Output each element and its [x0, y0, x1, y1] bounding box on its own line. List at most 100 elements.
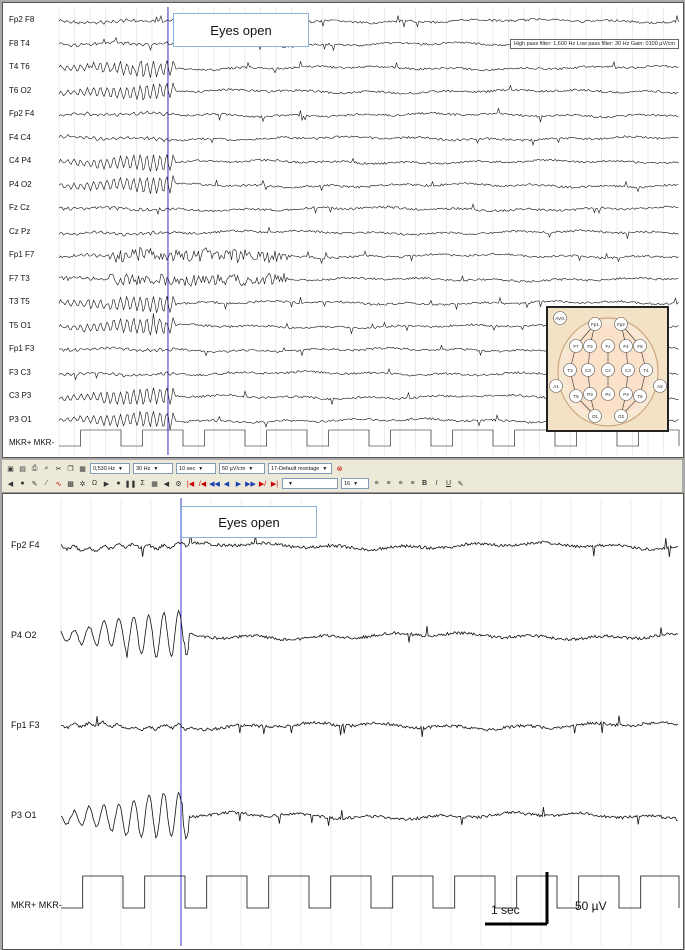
review-toolbar: ▣ ▤ ⎙ ⌕ ✂ ❐ ▦ 0,530 Hz ▼ 30 Hz ▼ 10 sec ▼ 5…	[2, 460, 682, 493]
channel-label: Fp2 F8	[9, 15, 35, 24]
map-icon[interactable]: ▩	[66, 479, 75, 488]
speaker-icon[interactable]: ◀	[6, 479, 15, 488]
wand-icon[interactable]: ⁄	[42, 479, 51, 488]
eeg-overview-panel[interactable]: Fp2 F8 F8 T4 T4 T6 T6 O2 Fp2 F4 F4 C4 C4 P4 P4 …	[2, 2, 684, 458]
electrode-label: A2	[657, 384, 663, 389]
align-right-icon[interactable]: ≡	[396, 479, 405, 488]
electrode-label: T5	[573, 394, 579, 399]
electrode-label: C4	[625, 368, 631, 373]
rewind-icon[interactable]: ◀◀	[209, 479, 220, 488]
text-color-icon[interactable]: ✎	[456, 479, 465, 488]
record-dot-icon[interactable]: ●	[114, 479, 123, 488]
low-pass-select[interactable]: 30 Hz ▼	[133, 463, 173, 474]
pause-icon[interactable]: ❚❚	[125, 479, 137, 488]
font-size-select[interactable]: 16 ▼	[341, 478, 369, 489]
align-center-icon[interactable]: ≡	[384, 479, 393, 488]
first-page-icon[interactable]: |◀	[186, 479, 195, 488]
electrode-label: O2	[618, 414, 625, 419]
eeg-trace	[60, 609, 679, 658]
electrode-label: T6	[637, 394, 643, 399]
time-scale-label: 1 sec	[491, 903, 520, 917]
font-select[interactable]: ▼	[282, 478, 338, 489]
dropdown-arrow-icon: ▼	[288, 480, 293, 487]
electrode-label: Pz	[605, 392, 611, 397]
paste-icon[interactable]: ▦	[78, 464, 87, 473]
channel-label: P3 O1	[9, 414, 32, 424]
channel-label: F4 C4	[9, 132, 31, 142]
channel-label: T3 T5	[9, 297, 30, 306]
channel-label: T6 O2	[9, 85, 32, 95]
high-pass-select[interactable]: 0,530 Hz ▼	[90, 463, 130, 474]
electrode-label: P3	[587, 392, 593, 397]
channel-label: Fp1 F3	[11, 720, 40, 730]
cut-icon[interactable]: ✂	[54, 464, 63, 473]
channel-label: F8 T4	[9, 38, 30, 48]
electrode-label: F7	[573, 344, 579, 349]
stop-icon[interactable]: ⊗	[335, 464, 344, 473]
italic-button[interactable]: I	[432, 479, 441, 488]
dropdown-arrow-icon: ▼	[118, 465, 123, 472]
open-file-icon[interactable]: ▣	[6, 464, 15, 473]
eyes-open-annotation[interactable]: Eyes open	[173, 13, 309, 47]
dropdown-arrow-icon: ▼	[198, 465, 204, 472]
filter-info-label: High pass filter: 1,600 Hz Low pass filt…	[509, 39, 679, 49]
step-forward-icon[interactable]: ▶	[234, 479, 243, 488]
timebase-select[interactable]: 10 sec ▼	[176, 463, 216, 474]
channel-label: Fp2 F4	[11, 540, 40, 550]
print-preview-icon[interactable]: ⌕	[42, 464, 51, 473]
electrode-label: P4	[623, 392, 629, 397]
next-marker-icon[interactable]: ▶/	[258, 479, 267, 488]
eeg-trace	[60, 532, 678, 558]
gain-select[interactable]: 50 µV/cm ▼	[219, 463, 265, 474]
electrode-label: T3	[567, 368, 573, 373]
sum-icon[interactable]: Σ	[138, 479, 147, 488]
channel-label: Fz Cz	[9, 203, 30, 212]
fast-forward-icon[interactable]: ▶▶	[245, 479, 256, 488]
justify-icon[interactable]: ≡	[408, 479, 417, 488]
electrode-label: Fp1	[591, 322, 599, 327]
underline-button[interactable]: U	[444, 479, 453, 488]
eeg-detail-traces[interactable]	[3, 494, 683, 949]
spectrum-icon[interactable]: ∿	[54, 479, 63, 488]
channel-label: F7 T3	[9, 273, 30, 283]
dropdown-arrow-icon: ▼	[248, 465, 254, 472]
electrode-label: A1	[553, 384, 559, 389]
channel-label: T5 O1	[9, 320, 32, 330]
channel-label: Fp2 F4	[9, 109, 35, 118]
markers-icon[interactable]: ✎	[30, 479, 39, 488]
settings-icon[interactable]: ✲	[78, 479, 87, 488]
channel-label: T4 T6	[9, 62, 30, 71]
back-icon[interactable]: ◀	[162, 479, 171, 488]
print-icon[interactable]: ⎙	[30, 464, 39, 473]
montage-select[interactable]: 17-Default montage ▼	[268, 463, 332, 474]
copy-icon[interactable]: ❐	[66, 464, 75, 473]
channel-label: P4 O2	[9, 179, 32, 189]
electrode-label: F8	[637, 344, 643, 349]
electrode-label: F4	[623, 344, 629, 349]
electrode-label: C3	[585, 368, 591, 373]
prev-marker-icon[interactable]: /◀	[198, 479, 207, 488]
play-icon[interactable]: ▶	[102, 479, 111, 488]
electrode-label: T4	[643, 368, 649, 373]
step-back-icon[interactable]: ◀	[222, 479, 231, 488]
electrode-label: Fz	[606, 344, 612, 349]
omega-icon[interactable]: Ω	[90, 479, 99, 488]
channel-label: Cz Pz	[9, 226, 31, 236]
channel-label: MKR+ MKR-	[9, 438, 55, 447]
save-icon[interactable]: ▤	[18, 464, 27, 473]
eeg-detail-panel[interactable]: Fp2 F4 P4 O2 Fp1 F3 P3 O1 MKR+ MKR- Eyes ope…	[2, 493, 684, 950]
channel-label: MKR+ MKR-	[11, 900, 62, 910]
electrode-label: F3	[587, 344, 593, 349]
channel-label: Fp1 F3	[9, 344, 35, 353]
bold-button[interactable]: B	[420, 479, 429, 488]
electrode-label: Fp2	[617, 322, 625, 327]
electrode-head-map: AVG Fp2 Fp1 F8 F4 Fz F3 F7 T4 C4 Cz C3 T3 A2 A1 T6 P4 Pz P…	[546, 306, 669, 432]
channel-label: P3 O1	[11, 810, 37, 820]
channel-label: C4 P4	[9, 156, 32, 165]
grid-icon[interactable]: ▦	[150, 479, 159, 488]
eyes-open-annotation-detail[interactable]: Eyes open	[181, 506, 317, 538]
last-page-icon[interactable]: ▶|	[270, 479, 279, 488]
gear-icon[interactable]: ⚙	[174, 479, 183, 488]
align-left-icon[interactable]: ≡	[372, 479, 381, 488]
record-icon[interactable]: ●	[18, 479, 27, 488]
